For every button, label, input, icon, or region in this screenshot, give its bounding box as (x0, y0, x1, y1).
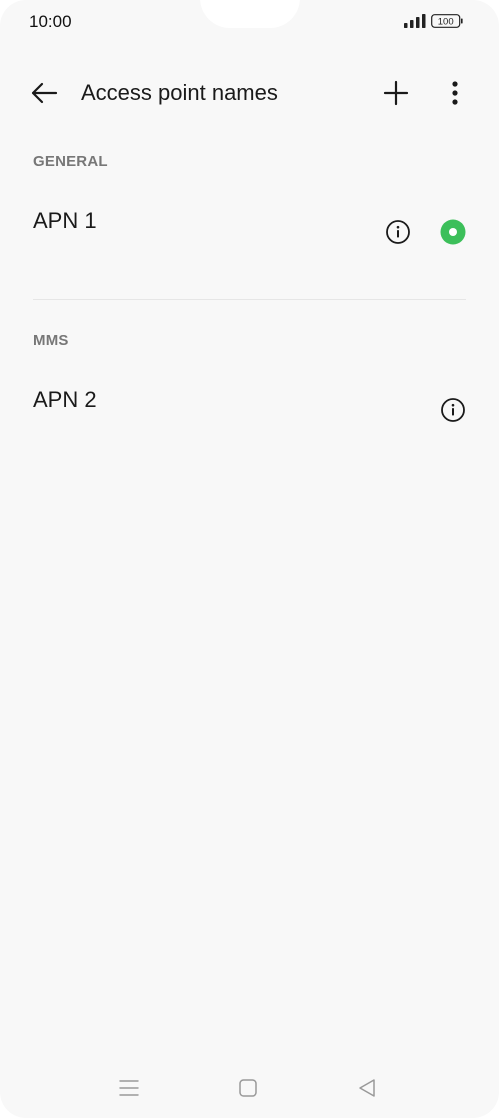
home-button[interactable] (228, 1074, 268, 1102)
apn-row-apn-1[interactable]: APN 1 (0, 198, 499, 278)
menu-icon (119, 1080, 139, 1096)
info-icon[interactable] (440, 397, 466, 423)
arrow-left-icon (31, 82, 58, 104)
more-vertical-icon (452, 81, 458, 105)
status-bar: 10:00 100 (0, 0, 499, 44)
radio-selected-icon[interactable] (440, 219, 466, 245)
info-icon[interactable] (385, 219, 411, 245)
signal-bars-icon (404, 14, 426, 28)
back-triangle-icon (359, 1079, 375, 1097)
page-title: Access point names (81, 80, 278, 105)
battery-level-text: 100 (438, 16, 454, 27)
add-apn-button[interactable] (377, 74, 415, 112)
section-header-general: GENERAL (33, 153, 108, 170)
apn-name: APN 1 (33, 208, 97, 233)
system-back-button[interactable] (347, 1074, 387, 1102)
section-divider (33, 299, 466, 300)
section-header-mms: MMS (33, 332, 69, 349)
status-time: 10:00 (29, 12, 72, 31)
navigation-bar (0, 1064, 499, 1110)
plus-icon (383, 80, 409, 106)
recent-apps-button[interactable] (109, 1074, 149, 1102)
back-button[interactable] (24, 76, 64, 110)
apn-row-apn-2[interactable]: APN 2 (0, 377, 499, 457)
home-square-icon (239, 1079, 257, 1097)
battery-icon: 100 (431, 14, 463, 28)
screen: 10:00 100 Access point names GENERAL APN… (0, 0, 499, 1118)
apn-name: APN 2 (33, 387, 97, 412)
more-options-button[interactable] (436, 74, 474, 112)
toolbar: Access point names (0, 64, 499, 122)
